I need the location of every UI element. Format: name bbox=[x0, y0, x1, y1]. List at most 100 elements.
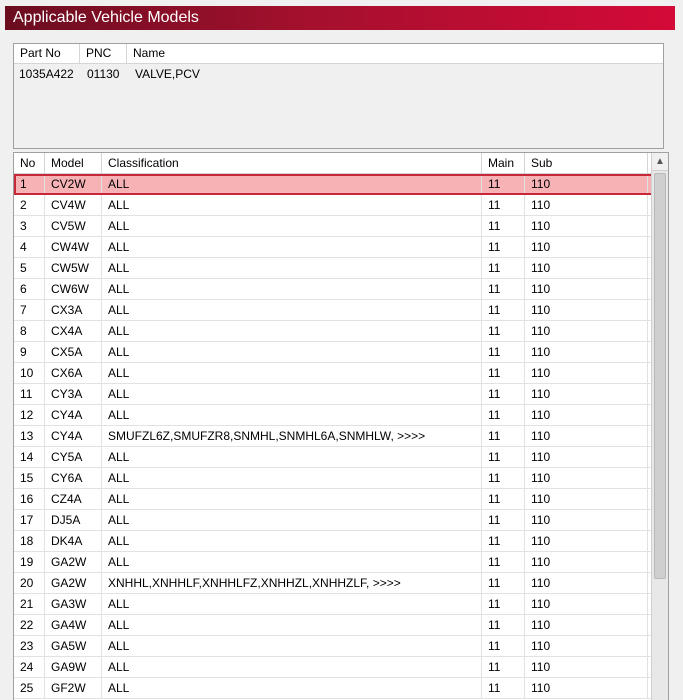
vertical-scrollbar[interactable]: ▲ bbox=[651, 153, 668, 700]
col-header-pnc[interactable]: PNC bbox=[80, 44, 127, 63]
col-header-classification[interactable]: Classification bbox=[102, 153, 482, 173]
cell-main: 11 bbox=[482, 531, 525, 551]
col-header-no[interactable]: No bbox=[14, 153, 45, 173]
cell-main: 11 bbox=[482, 405, 525, 425]
table-row[interactable]: 12 CY4A ALL 11 110 bbox=[14, 405, 668, 426]
cell-classification: ALL bbox=[102, 594, 482, 614]
cell-classification: ALL bbox=[102, 468, 482, 488]
cell-model: CY5A bbox=[45, 447, 102, 467]
table-row[interactable]: 11 CY3A ALL 11 110 bbox=[14, 384, 668, 405]
col-header-sub[interactable]: Sub bbox=[525, 153, 648, 173]
cell-sub: 110 bbox=[525, 531, 648, 551]
cell-sub: 110 bbox=[525, 258, 648, 278]
cell-classification: ALL bbox=[102, 657, 482, 677]
table-row[interactable]: 20 GA2W XNHHL,XNHHLF,XNHHLFZ,XNHHZL,XNHHZL… bbox=[14, 573, 668, 594]
table-row[interactable]: 25 GF2W ALL 11 110 bbox=[14, 678, 668, 699]
table-row[interactable]: 2 CV4W ALL 11 110 bbox=[14, 195, 668, 216]
cell-model: GA9W bbox=[45, 657, 102, 677]
chevron-up-icon[interactable]: ▲ bbox=[652, 153, 668, 171]
table-row[interactable]: 8 CX4A ALL 11 110 bbox=[14, 321, 668, 342]
cell-model: CV5W bbox=[45, 216, 102, 236]
table-row[interactable]: 10 CX6A ALL 11 110 bbox=[14, 363, 668, 384]
cell-model: CW4W bbox=[45, 237, 102, 257]
cell-main: 11 bbox=[482, 300, 525, 320]
cell-model: CX5A bbox=[45, 342, 102, 362]
table-row[interactable]: 19 GA2W ALL 11 110 bbox=[14, 552, 668, 573]
col-header-part-no[interactable]: Part No bbox=[14, 44, 80, 63]
table-row[interactable]: 3 CV5W ALL 11 110 bbox=[14, 216, 668, 237]
cell-no: 7 bbox=[14, 300, 45, 320]
cell-model: CY6A bbox=[45, 468, 102, 488]
cell-no: 15 bbox=[14, 468, 45, 488]
table-row[interactable]: 4 CW4W ALL 11 110 bbox=[14, 237, 668, 258]
cell-no: 22 bbox=[14, 615, 45, 635]
table-row[interactable]: 21 GA3W ALL 11 110 bbox=[14, 594, 668, 615]
cell-classification: ALL bbox=[102, 258, 482, 278]
part-header: Part No PNC Name bbox=[14, 44, 663, 64]
applicable-models-window: Applicable Vehicle Models Part No PNC Na… bbox=[0, 0, 683, 700]
table-row[interactable]: 14 CY5A ALL 11 110 bbox=[14, 447, 668, 468]
cell-sub: 110 bbox=[525, 384, 648, 404]
cell-sub: 110 bbox=[525, 321, 648, 341]
table-row[interactable]: 1 CV2W ALL 11 110 bbox=[14, 174, 668, 195]
cell-no: 3 bbox=[14, 216, 45, 236]
cell-sub: 110 bbox=[525, 195, 648, 215]
table-row[interactable]: 7 CX3A ALL 11 110 bbox=[14, 300, 668, 321]
table-row[interactable]: 13 CY4A SMUFZL6Z,SMUFZR8,SNMHL,SNMHL6A,SNM… bbox=[14, 426, 668, 447]
cell-model: CY4A bbox=[45, 426, 102, 446]
cell-classification: ALL bbox=[102, 531, 482, 551]
cell-classification: ALL bbox=[102, 279, 482, 299]
col-header-name[interactable]: Name bbox=[127, 44, 663, 63]
table-row[interactable]: 9 CX5A ALL 11 110 bbox=[14, 342, 668, 363]
part-row[interactable]: 1035A422 01130 VALVE,PCV bbox=[14, 64, 663, 84]
cell-sub: 110 bbox=[525, 552, 648, 572]
cell-model: CW6W bbox=[45, 279, 102, 299]
col-header-main[interactable]: Main bbox=[482, 153, 525, 173]
col-header-model[interactable]: Model bbox=[45, 153, 102, 173]
cell-model: CZ4A bbox=[45, 489, 102, 509]
cell-sub: 110 bbox=[525, 300, 648, 320]
cell-classification: ALL bbox=[102, 384, 482, 404]
cell-no: 20 bbox=[14, 573, 45, 593]
cell-classification: XNHHL,XNHHLF,XNHHLFZ,XNHHZL,XNHHZLF, >>>… bbox=[102, 573, 482, 593]
cell-no: 25 bbox=[14, 678, 45, 698]
cell-sub: 110 bbox=[525, 174, 648, 194]
cell-sub: 110 bbox=[525, 510, 648, 530]
cell-sub: 110 bbox=[525, 279, 648, 299]
cell-classification: SMUFZL6Z,SMUFZR8,SNMHL,SNMHL6A,SNMHLW, >… bbox=[102, 426, 482, 446]
cell-main: 11 bbox=[482, 363, 525, 383]
grid-rows: 1 CV2W ALL 11 110 2 CV4W ALL 11 110 3 CV5W ALL 11 110 4… bbox=[14, 174, 668, 699]
table-row[interactable]: 16 CZ4A ALL 11 110 bbox=[14, 489, 668, 510]
cell-model: DK4A bbox=[45, 531, 102, 551]
cell-main: 11 bbox=[482, 426, 525, 446]
cell-main: 11 bbox=[482, 573, 525, 593]
cell-main: 11 bbox=[482, 174, 525, 194]
cell-model: GA2W bbox=[45, 573, 102, 593]
cell-model: CV4W bbox=[45, 195, 102, 215]
cell-sub: 110 bbox=[525, 489, 648, 509]
table-row[interactable]: 6 CW6W ALL 11 110 bbox=[14, 279, 668, 300]
cell-model: CX6A bbox=[45, 363, 102, 383]
cell-sub: 110 bbox=[525, 594, 648, 614]
table-row[interactable]: 18 DK4A ALL 11 110 bbox=[14, 531, 668, 552]
cell-model: CX4A bbox=[45, 321, 102, 341]
cell-classification: ALL bbox=[102, 447, 482, 467]
table-row[interactable]: 15 CY6A ALL 11 110 bbox=[14, 468, 668, 489]
cell-model: CW5W bbox=[45, 258, 102, 278]
table-row[interactable]: 24 GA9W ALL 11 110 bbox=[14, 657, 668, 678]
models-grid: No Model Classification Main Sub 1 CV2W AL… bbox=[13, 152, 669, 700]
table-row[interactable]: 22 GA4W ALL 11 110 bbox=[14, 615, 668, 636]
cell-sub: 110 bbox=[525, 405, 648, 425]
cell-no: 19 bbox=[14, 552, 45, 572]
cell-no: 11 bbox=[14, 384, 45, 404]
table-row[interactable]: 5 CW5W ALL 11 110 bbox=[14, 258, 668, 279]
cell-sub: 110 bbox=[525, 426, 648, 446]
table-row[interactable]: 17 DJ5A ALL 11 110 bbox=[14, 510, 668, 531]
cell-model: GA2W bbox=[45, 552, 102, 572]
cell-no: 16 bbox=[14, 489, 45, 509]
scrollbar-thumb[interactable] bbox=[654, 173, 666, 579]
cell-main: 11 bbox=[482, 636, 525, 656]
cell-model: GA3W bbox=[45, 594, 102, 614]
table-row[interactable]: 23 GA5W ALL 11 110 bbox=[14, 636, 668, 657]
cell-model: GA5W bbox=[45, 636, 102, 656]
